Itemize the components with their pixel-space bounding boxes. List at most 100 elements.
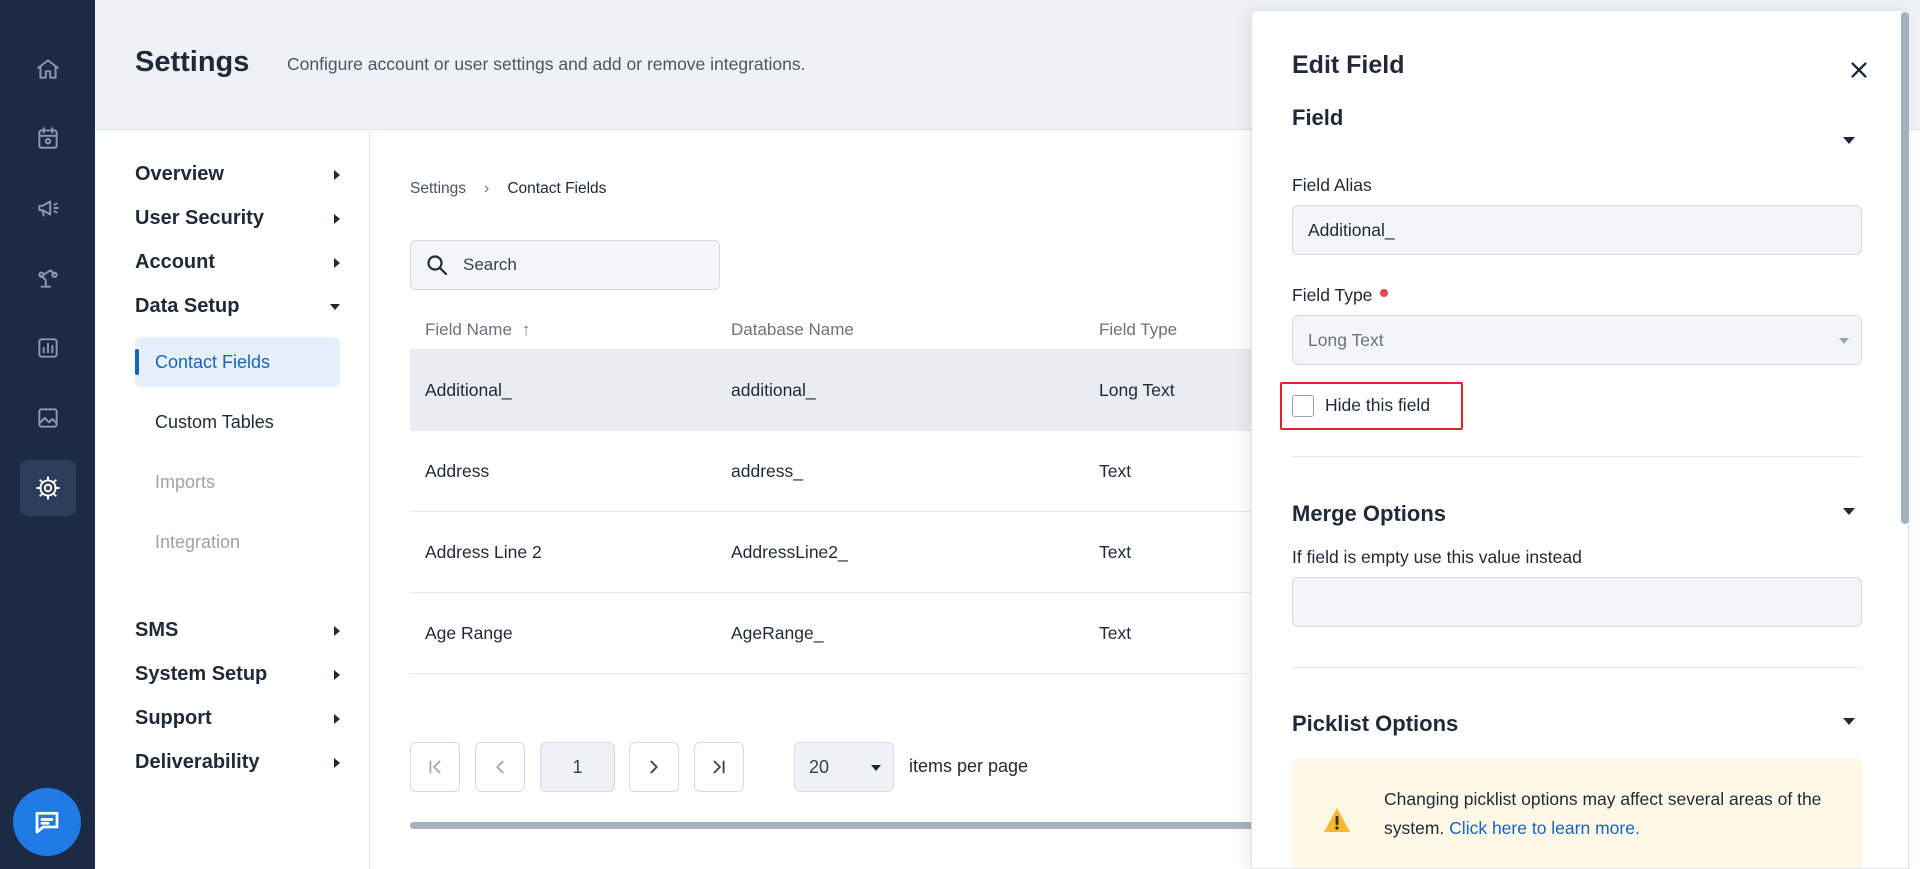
current-page-input[interactable]: 1 — [540, 742, 615, 792]
calendar-icon[interactable] — [20, 110, 76, 166]
automation-icon[interactable] — [20, 250, 76, 306]
cell-field-name: Age Range — [425, 622, 513, 643]
merge-empty-label: If field is empty use this value instead — [1292, 547, 1582, 567]
table-row[interactable]: Age Range AgeRange_ Text — [410, 593, 1255, 674]
first-page-button[interactable] — [410, 742, 460, 792]
nav-item-imports[interactable]: Imports — [135, 457, 340, 507]
cell-field-name: Additional_ — [425, 379, 512, 400]
nav-section-support[interactable]: Support — [135, 707, 340, 730]
section-title-merge-options[interactable]: Merge Options — [1292, 501, 1446, 527]
previous-page-button[interactable] — [475, 742, 525, 792]
settings-sidebar: Overview User Security Account Data Setu… — [95, 131, 370, 869]
chevron-down-icon — [330, 303, 340, 310]
close-icon — [1851, 62, 1867, 78]
chevron-right-icon — [334, 169, 340, 180]
chat-icon — [35, 811, 59, 834]
column-header-field-type[interactable]: Field Type — [1084, 320, 1255, 340]
hide-field-checkbox[interactable] — [1292, 395, 1314, 417]
panel-vertical-scrollbar[interactable] — [1901, 12, 1909, 524]
table-header: Field Name ↑ Database Name Field Type — [410, 310, 1255, 350]
cell-database-name: AgeRange_ — [731, 622, 824, 643]
last-page-button[interactable] — [694, 742, 744, 792]
cell-database-name: additional_ — [731, 379, 816, 400]
home-icon[interactable] — [20, 41, 76, 97]
nav-section-sms[interactable]: SMS — [135, 619, 340, 642]
nav-section-data-setup[interactable]: Data Setup — [135, 295, 340, 318]
page-subtitle: Configure account or user settings and a… — [287, 54, 806, 74]
chevron-down-icon[interactable] — [1843, 718, 1855, 725]
chevron-down-icon — [1839, 338, 1849, 344]
section-title-picklist-options[interactable]: Picklist Options — [1292, 711, 1458, 737]
breadcrumb-separator: › — [484, 180, 490, 197]
contact-fields-table: Field Name ↑ Database Name Field Type Add… — [410, 310, 1255, 710]
required-indicator-icon — [1380, 289, 1389, 297]
search-icon — [427, 255, 448, 276]
hide-field-label[interactable]: Hide this field — [1325, 395, 1430, 416]
chevron-right-icon — [334, 257, 340, 268]
image-icon[interactable] — [20, 390, 76, 446]
cell-database-name: AddressLine2_ — [731, 541, 848, 562]
field-alias-input[interactable]: Additional_ — [1292, 205, 1862, 255]
table-row[interactable]: Address address_ Text — [410, 431, 1255, 512]
picklist-warning: Changing picklist options may affect sev… — [1292, 758, 1862, 868]
table-row[interactable]: Additional_ additional_ Long Text — [410, 350, 1255, 431]
nav-section-deliverability[interactable]: Deliverability — [135, 751, 340, 774]
breadcrumb-root[interactable]: Settings — [410, 180, 466, 198]
megaphone-icon[interactable] — [20, 180, 76, 236]
field-type-select[interactable]: Long Text — [1292, 315, 1862, 365]
gear-icon[interactable] — [20, 460, 76, 516]
page-title: Settings — [135, 46, 250, 78]
last-page-icon — [713, 760, 725, 774]
field-type-label: Field Type — [1292, 285, 1389, 306]
learn-more-link[interactable]: Click here to learn more. — [1449, 818, 1640, 838]
chevron-right-icon — [334, 625, 340, 636]
cell-field-type: Text — [1099, 541, 1132, 562]
warning-icon — [1324, 808, 1350, 832]
page-size-label: items per page — [909, 756, 1029, 776]
chevron-right-icon — [650, 760, 658, 774]
nav-item-custom-tables[interactable]: Custom Tables — [135, 397, 340, 447]
next-page-button[interactable] — [629, 742, 679, 792]
nav-item-contact-fields[interactable]: Contact Fields — [135, 337, 340, 387]
cell-field-name: Address — [425, 460, 490, 481]
chevron-down-icon[interactable] — [1843, 508, 1855, 515]
chevron-down-icon[interactable] — [1843, 137, 1855, 144]
panel-title: Edit Field — [1292, 51, 1405, 79]
nav-item-integration[interactable]: Integration — [135, 517, 340, 567]
chevron-right-icon — [334, 713, 340, 724]
cell-field-type: Long Text — [1099, 379, 1175, 400]
table-row[interactable]: Address Line 2 AddressLine2_ Text — [410, 512, 1255, 593]
chevron-down-icon — [871, 765, 881, 771]
edit-field-panel: Edit Field Field Field Alias Additional_… — [1251, 10, 1909, 869]
field-alias-label: Field Alias — [1292, 175, 1372, 195]
cell-database-name: address_ — [731, 460, 803, 481]
cell-field-type: Text — [1099, 460, 1132, 481]
nav-section-user-security[interactable]: User Security — [135, 207, 340, 230]
nav-section-system-setup[interactable]: System Setup — [135, 663, 340, 686]
nav-section-overview[interactable]: Overview — [135, 163, 340, 186]
chevron-right-icon — [334, 757, 340, 768]
app-rail — [0, 0, 95, 869]
divider — [1292, 456, 1862, 457]
horizontal-scrollbar[interactable] — [410, 822, 1255, 829]
column-header-database-name[interactable]: Database Name — [716, 320, 1084, 340]
search-input[interactable] — [463, 255, 703, 275]
chevron-right-icon — [334, 213, 340, 224]
divider — [1292, 667, 1862, 668]
cell-field-name: Address Line 2 — [425, 541, 542, 562]
search-box[interactable] — [410, 240, 720, 290]
merge-empty-value-input[interactable] — [1292, 577, 1862, 627]
section-title-field[interactable]: Field — [1292, 105, 1343, 131]
cell-field-type: Text — [1099, 622, 1132, 643]
chat-button[interactable] — [13, 788, 81, 856]
reports-icon[interactable] — [20, 320, 76, 376]
first-page-icon — [429, 760, 441, 774]
breadcrumb: Settings › Contact Fields — [410, 180, 606, 198]
sort-ascending-icon: ↑ — [521, 319, 531, 339]
chevron-right-icon — [334, 669, 340, 680]
page-size-select[interactable]: 20 — [794, 742, 894, 792]
breadcrumb-current: Contact Fields — [507, 180, 607, 197]
nav-section-account[interactable]: Account — [135, 251, 340, 274]
close-button[interactable] — [1844, 55, 1874, 85]
column-header-field-name[interactable]: Field Name ↑ — [410, 320, 716, 340]
